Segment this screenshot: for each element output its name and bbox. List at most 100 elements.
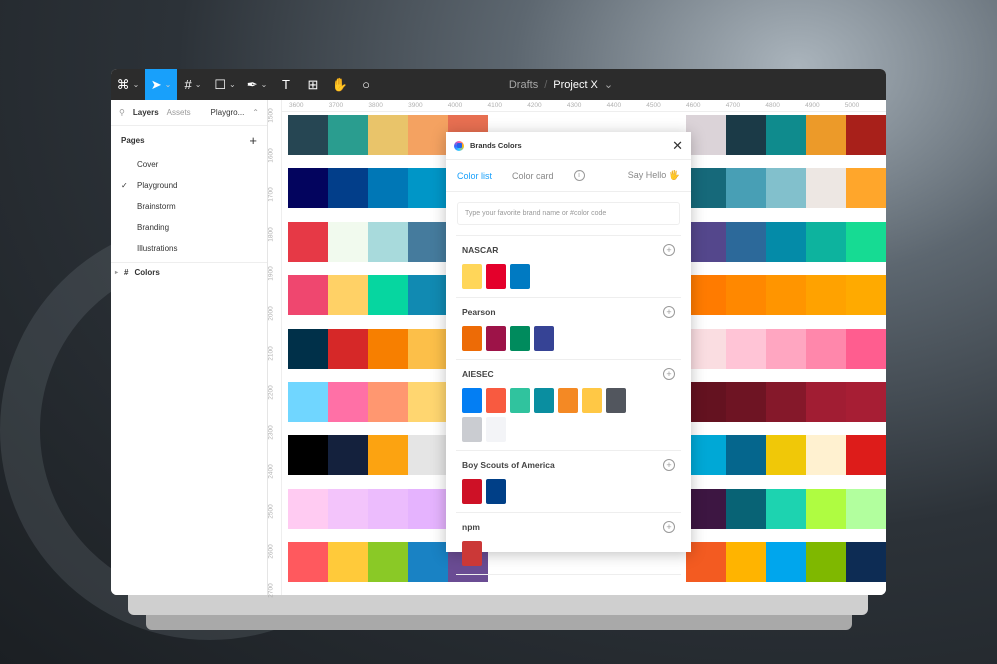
palette-swatch[interactable] xyxy=(368,489,408,529)
palette-swatch[interactable] xyxy=(288,435,328,475)
breadcrumb-drafts[interactable]: Drafts xyxy=(509,79,538,91)
add-brand-icon[interactable]: + xyxy=(663,368,675,380)
color-swatch[interactable] xyxy=(510,388,530,413)
palette-swatch[interactable] xyxy=(288,222,328,262)
palette-swatch[interactable] xyxy=(846,329,886,369)
color-swatch[interactable] xyxy=(606,388,626,413)
brand-search-input[interactable]: Type your favorite brand name or #color … xyxy=(457,202,680,225)
color-swatch[interactable] xyxy=(462,326,482,351)
palette-swatch[interactable] xyxy=(726,489,766,529)
palette-swatch[interactable] xyxy=(806,222,846,262)
palette-swatch[interactable] xyxy=(288,329,328,369)
tab-layers[interactable]: Layers xyxy=(133,108,159,117)
palette-swatch[interactable] xyxy=(328,168,368,208)
palette-swatch[interactable] xyxy=(766,435,806,475)
palette-swatch[interactable] xyxy=(408,489,448,529)
palette-swatch[interactable] xyxy=(686,489,726,529)
palette-swatch[interactable] xyxy=(846,435,886,475)
palette-swatch[interactable] xyxy=(806,435,846,475)
add-brand-icon[interactable]: + xyxy=(663,306,675,318)
tab-assets[interactable]: Assets xyxy=(167,108,191,117)
palette-swatch[interactable] xyxy=(806,168,846,208)
tab-color-list[interactable]: Color list xyxy=(457,171,492,181)
palette-swatch[interactable] xyxy=(288,168,328,208)
move-tool-button[interactable]: ➤⌄ xyxy=(145,69,177,100)
add-page-button[interactable]: + xyxy=(249,133,257,148)
search-icon[interactable]: ⚲ xyxy=(119,108,125,117)
palette-swatch[interactable] xyxy=(726,435,766,475)
palette-swatch[interactable] xyxy=(686,542,726,582)
color-swatch[interactable] xyxy=(486,264,506,289)
sidebar-page-item[interactable]: ✓Playground xyxy=(111,175,267,196)
palette-swatch[interactable] xyxy=(408,168,448,208)
sidebar-page-item[interactable]: Cover xyxy=(111,154,267,175)
palette-swatch[interactable] xyxy=(806,489,846,529)
add-brand-icon[interactable]: + xyxy=(663,244,675,256)
sidebar-page-item[interactable]: Brainstorm xyxy=(111,196,267,217)
palette-swatch[interactable] xyxy=(686,329,726,369)
color-swatch[interactable] xyxy=(510,264,530,289)
hand-tool-button[interactable]: ✋ xyxy=(327,69,353,100)
palette-swatch[interactable] xyxy=(726,222,766,262)
palette-swatch[interactable] xyxy=(686,275,726,315)
expand-arrow-icon[interactable]: ▸ xyxy=(115,269,118,276)
palette-swatch[interactable] xyxy=(726,115,766,155)
palette-swatch[interactable] xyxy=(328,329,368,369)
palette-swatch[interactable] xyxy=(288,115,328,155)
palette-swatch[interactable] xyxy=(766,542,806,582)
palette-swatch[interactable] xyxy=(408,435,448,475)
palette-swatch[interactable] xyxy=(766,382,806,422)
palette-swatch[interactable] xyxy=(766,275,806,315)
palette-swatch[interactable] xyxy=(846,489,886,529)
chevron-up-icon[interactable]: ⌃ xyxy=(252,108,259,117)
color-swatch[interactable] xyxy=(534,326,554,351)
palette-swatch[interactable] xyxy=(288,489,328,529)
comment-tool-button[interactable]: ○ xyxy=(353,69,379,100)
palette-swatch[interactable] xyxy=(686,382,726,422)
chevron-down-icon[interactable]: ⌄ xyxy=(604,78,613,91)
main-menu-button[interactable]: ⌘⌄ xyxy=(111,69,145,100)
palette-swatch[interactable] xyxy=(766,329,806,369)
palette-swatch[interactable] xyxy=(806,115,846,155)
palette-swatch[interactable] xyxy=(408,115,448,155)
palette-swatch[interactable] xyxy=(726,275,766,315)
add-brand-icon[interactable]: + xyxy=(663,521,675,533)
palette-swatch[interactable] xyxy=(806,542,846,582)
text-tool-button[interactable]: T xyxy=(273,69,299,100)
palette-swatch[interactable] xyxy=(846,542,886,582)
palette-swatch[interactable] xyxy=(368,275,408,315)
palette-swatch[interactable] xyxy=(726,382,766,422)
palette-swatch[interactable] xyxy=(368,435,408,475)
color-swatch[interactable] xyxy=(486,479,506,504)
palette-swatch[interactable] xyxy=(328,382,368,422)
palette-swatch[interactable] xyxy=(368,382,408,422)
tab-color-card[interactable]: Color card xyxy=(512,171,554,181)
page-selector[interactable]: Playgro... xyxy=(211,108,245,117)
sidebar-page-item[interactable]: Illustrations xyxy=(111,238,267,259)
say-hello-link[interactable]: Say Hello 🖐 xyxy=(628,170,680,181)
palette-swatch[interactable] xyxy=(766,489,806,529)
color-swatch[interactable] xyxy=(462,541,482,566)
layer-colors-frame[interactable]: ▸#Colors xyxy=(111,262,267,282)
palette-swatch[interactable] xyxy=(328,489,368,529)
palette-swatch[interactable] xyxy=(368,329,408,369)
palette-swatch[interactable] xyxy=(328,435,368,475)
palette-swatch[interactable] xyxy=(806,329,846,369)
color-swatch[interactable] xyxy=(534,388,554,413)
palette-swatch[interactable] xyxy=(368,222,408,262)
palette-swatch[interactable] xyxy=(288,382,328,422)
color-swatch[interactable] xyxy=(486,417,506,442)
palette-swatch[interactable] xyxy=(288,542,328,582)
palette-swatch[interactable] xyxy=(806,275,846,315)
palette-swatch[interactable] xyxy=(726,329,766,369)
color-swatch[interactable] xyxy=(462,388,482,413)
palette-swatch[interactable] xyxy=(686,115,726,155)
sidebar-page-item[interactable]: Branding xyxy=(111,217,267,238)
palette-swatch[interactable] xyxy=(328,222,368,262)
palette-swatch[interactable] xyxy=(368,542,408,582)
color-swatch[interactable] xyxy=(486,326,506,351)
palette-swatch[interactable] xyxy=(686,435,726,475)
palette-swatch[interactable] xyxy=(408,275,448,315)
palette-swatch[interactable] xyxy=(846,222,886,262)
color-swatch[interactable] xyxy=(462,264,482,289)
